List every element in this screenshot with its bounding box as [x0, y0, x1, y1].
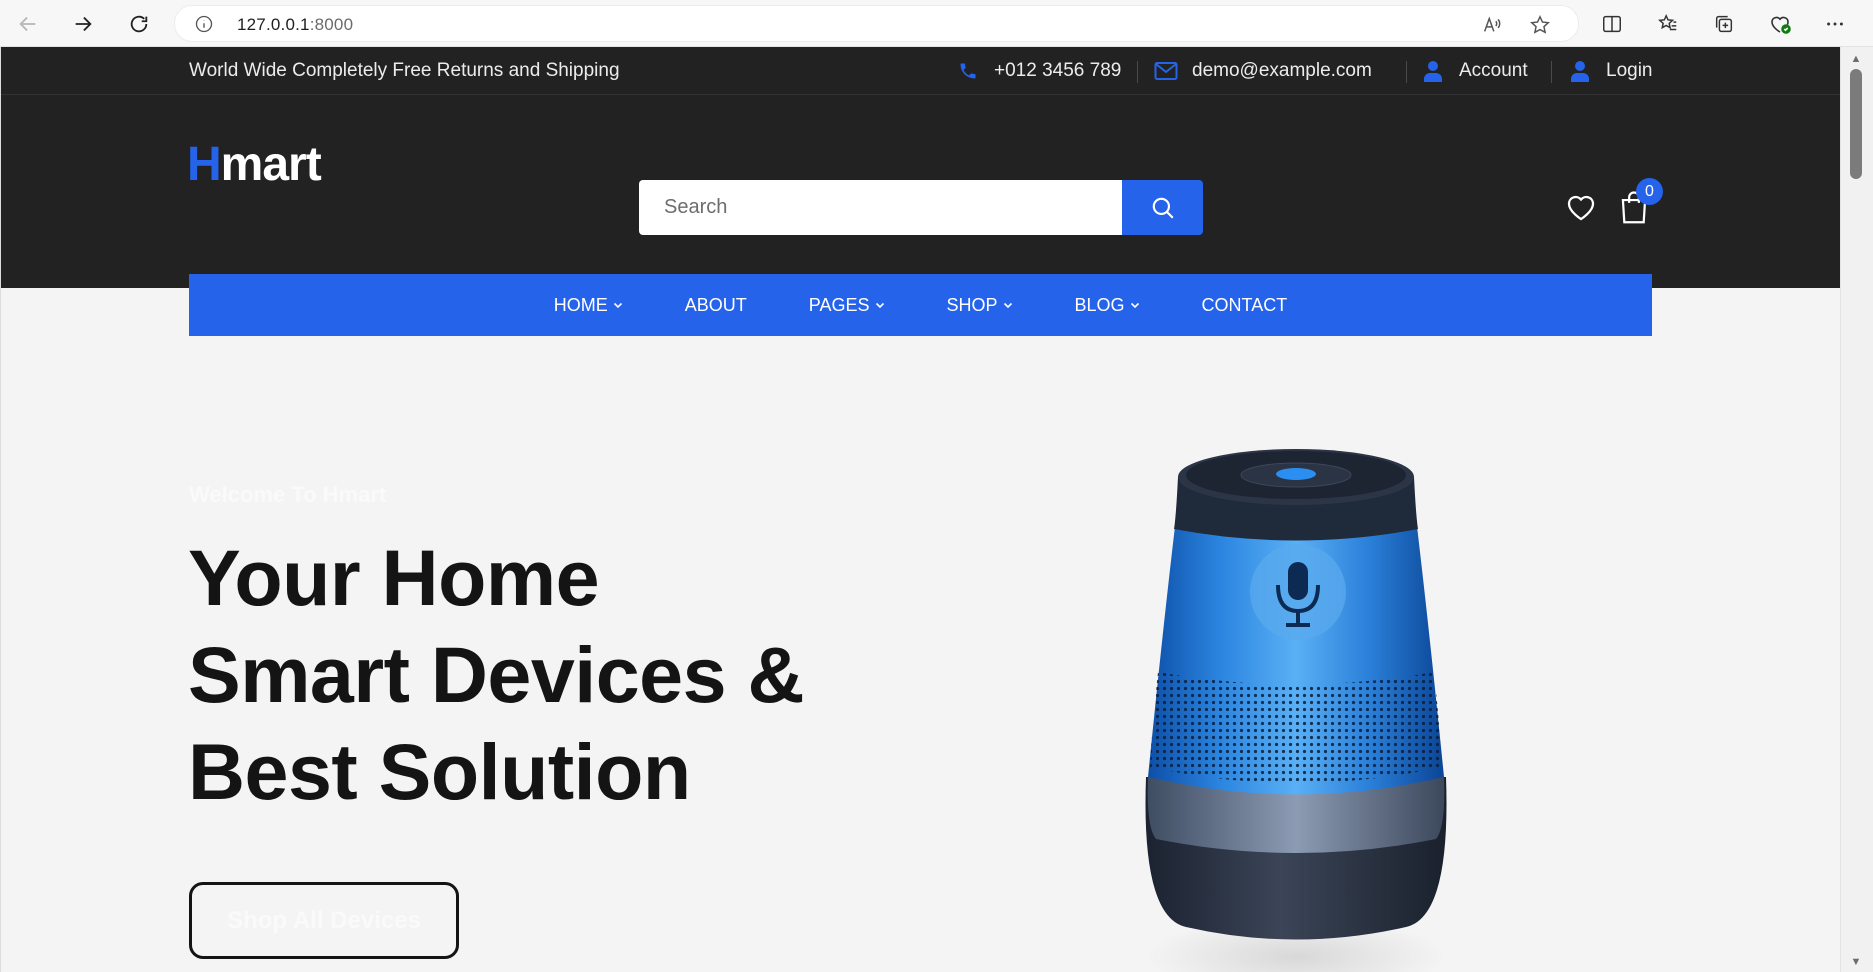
nav-item-pages[interactable]: PAGES: [809, 295, 885, 316]
smart-speaker-image: [1145, 449, 1447, 972]
hero-subtitle: Welcome To Hmart: [189, 482, 387, 507]
read-aloud-icon[interactable]: [1480, 13, 1504, 37]
site-logo[interactable]: Hmart: [187, 137, 322, 192]
account-label: Account: [1459, 60, 1528, 81]
arrow-left-icon: [19, 16, 36, 32]
nav-item-contact[interactable]: CONTACT: [1202, 295, 1288, 316]
browser-toolbar: 127.0.0.1:8000: [0, 0, 1873, 47]
search-icon: [1152, 197, 1174, 219]
nav-item-shop[interactable]: SHOP: [947, 295, 1013, 316]
hero-title-line: Smart Devices &: [188, 630, 805, 719]
split-screen-icon[interactable]: [1598, 10, 1626, 38]
search-input[interactable]: [639, 180, 1122, 235]
browser-essentials-icon[interactable]: [1766, 10, 1794, 38]
site-header: Hmart 0 HOME ABOUT PAGES SHOP BLOG CONTA…: [1, 95, 1840, 336]
page-viewport: World Wide Completely Free Returns and S…: [0, 47, 1840, 972]
back-button[interactable]: [12, 8, 44, 40]
shipping-announcement: World Wide Completely Free Returns and S…: [189, 60, 620, 81]
nav-item-home[interactable]: HOME: [554, 295, 623, 316]
user-icon: [1568, 59, 1592, 83]
forward-button[interactable]: [67, 8, 99, 40]
search-form: [639, 180, 1203, 235]
hero-title-line: Your Home: [188, 533, 600, 622]
shop-all-devices-button[interactable]: Shop All Devices: [189, 882, 459, 959]
email-contact[interactable]: demo@example.com: [1154, 59, 1372, 83]
mail-icon: [1154, 59, 1178, 83]
phone-icon: [956, 59, 980, 83]
info-icon[interactable]: [195, 15, 213, 33]
chevron-down-icon: [1003, 302, 1012, 309]
login-label: Login: [1606, 60, 1653, 81]
scroll-up-arrow-icon[interactable]: ▲: [1849, 53, 1863, 65]
main-navigation: HOME ABOUT PAGES SHOP BLOG CONTACT: [189, 274, 1652, 336]
divider: [1551, 61, 1552, 83]
phone-contact[interactable]: +012 3456 789: [956, 59, 1121, 83]
scroll-down-arrow-icon[interactable]: ▼: [1849, 956, 1863, 968]
divider: [1137, 61, 1138, 83]
favorite-star-icon[interactable]: [1528, 13, 1552, 37]
cart-count-badge: 0: [1636, 178, 1663, 205]
reload-icon: [130, 15, 148, 33]
page-scrollbar[interactable]: ▲ ▼: [1840, 47, 1873, 972]
user-icon: [1421, 59, 1445, 83]
scrollbar-thumb[interactable]: [1850, 69, 1862, 179]
address-bar[interactable]: 127.0.0.1:8000: [174, 5, 1579, 42]
chevron-down-icon: [1130, 302, 1139, 309]
hero-title: Your Home Smart Devices & Best Solution: [188, 529, 805, 820]
hero-title-line: Best Solution: [188, 727, 691, 816]
collections-icon[interactable]: [1710, 10, 1738, 38]
phone-number: +012 3456 789: [994, 60, 1122, 81]
login-link[interactable]: Login: [1568, 59, 1653, 83]
more-options-icon[interactable]: [1821, 10, 1849, 38]
account-link[interactable]: Account: [1421, 59, 1528, 83]
favorites-icon[interactable]: [1654, 10, 1682, 38]
nav-item-about[interactable]: ABOUT: [685, 295, 747, 316]
nav-item-blog[interactable]: BLOG: [1075, 295, 1140, 316]
arrow-right-icon: [75, 16, 92, 32]
chevron-down-icon: [875, 302, 884, 309]
divider: [1406, 61, 1407, 83]
url-text: 127.0.0.1:8000: [237, 15, 354, 34]
top-bar: World Wide Completely Free Returns and S…: [1, 47, 1840, 95]
email-address: demo@example.com: [1192, 60, 1372, 81]
chevron-down-icon: [613, 302, 622, 309]
reload-button[interactable]: [123, 8, 155, 40]
search-button[interactable]: [1122, 180, 1203, 235]
wishlist-heart-icon[interactable]: [1564, 190, 1598, 224]
